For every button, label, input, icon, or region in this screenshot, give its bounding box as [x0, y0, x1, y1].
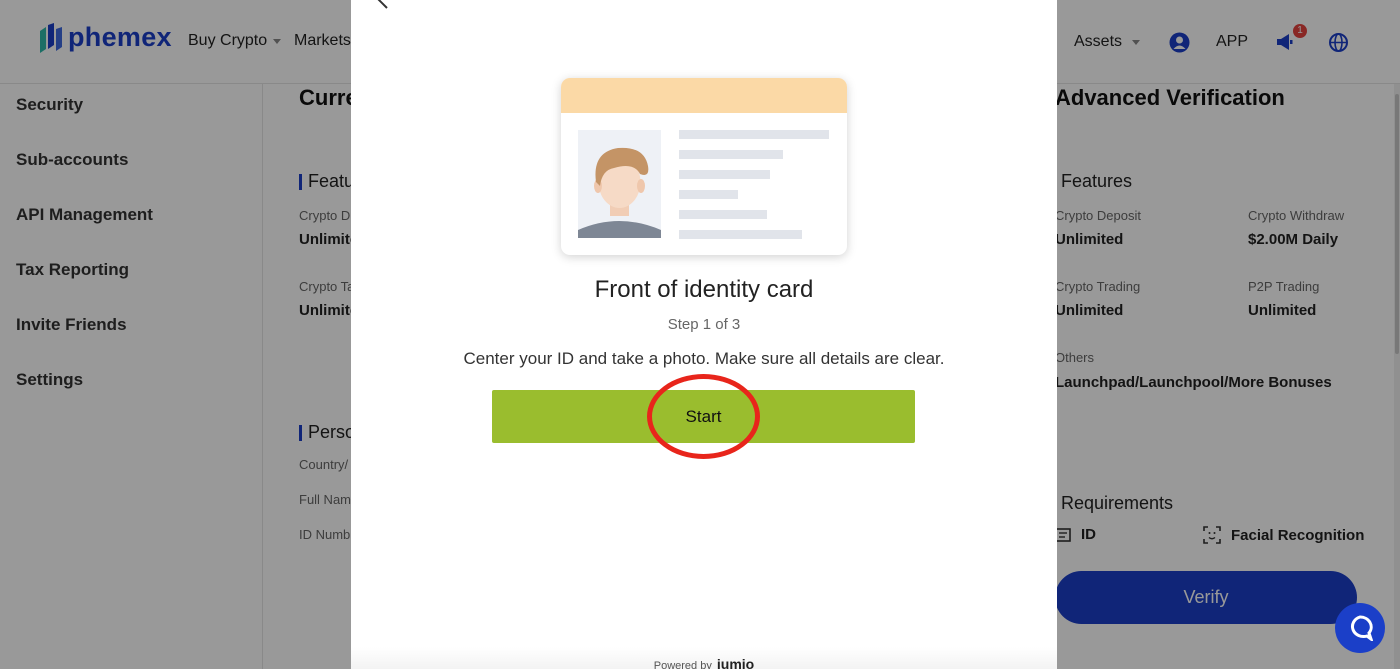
- id-text-line: [679, 150, 783, 159]
- modal-title: Front of identity card: [594, 276, 814, 303]
- id-text-line: [679, 230, 802, 239]
- id-capture-modal: Front of identity card Step 1 of 3 Cente…: [351, 0, 1057, 669]
- id-text-line: [679, 190, 738, 199]
- chat-bubble-icon: [1350, 615, 1373, 641]
- id-text-line: [679, 210, 767, 219]
- highlight-circle-annotation: [647, 374, 760, 459]
- id-text-line: [679, 130, 829, 139]
- powered-by-footer: Powered by jumio: [351, 656, 1057, 669]
- step-indicator: Step 1 of 3: [667, 316, 741, 333]
- id-card-illustration: [561, 78, 847, 255]
- id-photo: [578, 130, 661, 238]
- powered-by-label: Powered by: [653, 660, 712, 669]
- modal-description: Center your ID and take a photo. Make su…: [463, 349, 945, 368]
- id-card-header: [561, 78, 847, 113]
- jumio-logo: jumio: [716, 656, 755, 669]
- person-avatar-icon: [578, 147, 661, 238]
- chat-support-button[interactable]: [1335, 603, 1385, 653]
- back-arrow-icon[interactable]: [373, 0, 397, 12]
- id-text-line: [679, 170, 770, 179]
